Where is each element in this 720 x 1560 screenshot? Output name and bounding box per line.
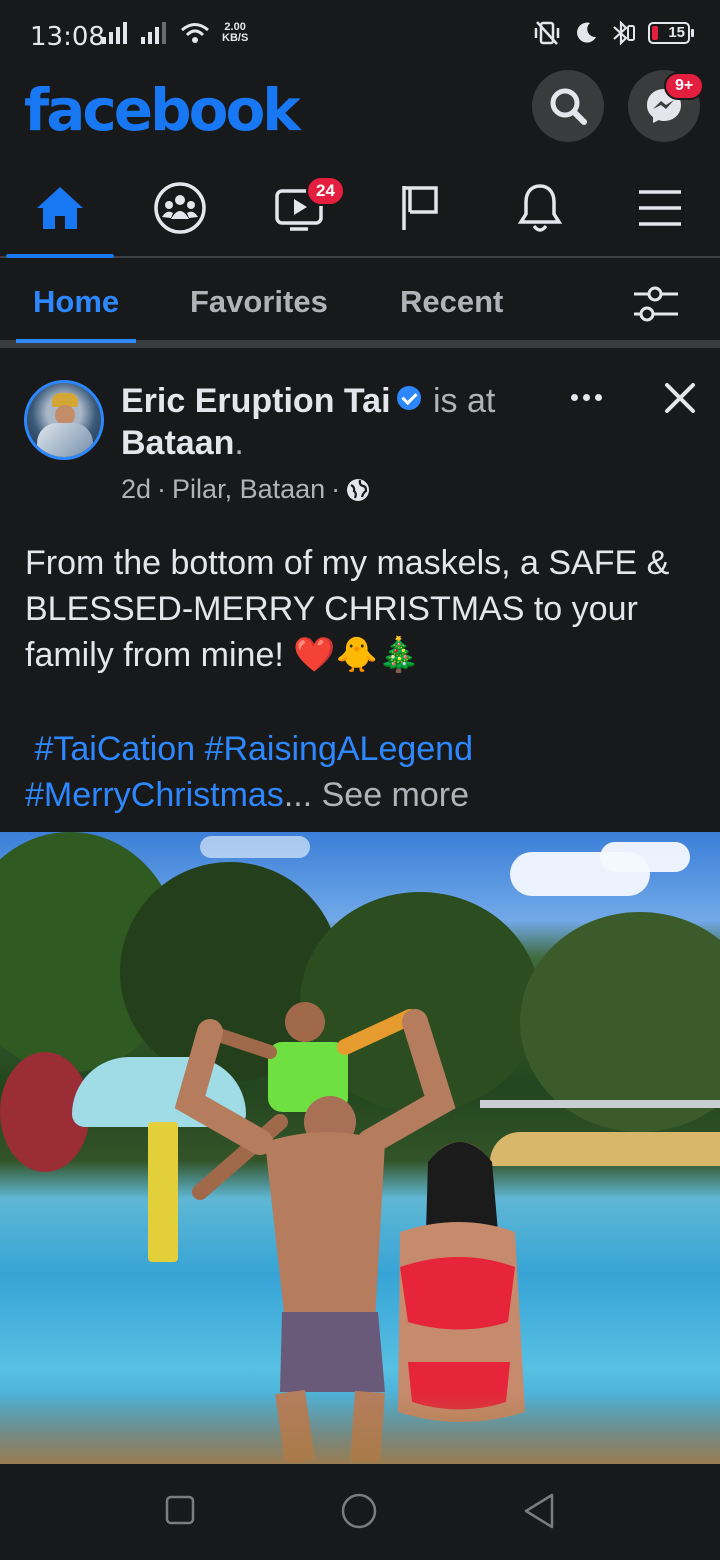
status-right-icons: 15 — [532, 20, 694, 46]
vibrate-off-icon — [534, 21, 560, 45]
hashtag[interactable]: #RaisingALegend — [205, 730, 473, 768]
tab-groups[interactable] — [120, 160, 240, 256]
post-location[interactable]: Pilar, Bataan — [172, 474, 325, 505]
feed-settings-icon[interactable] — [632, 284, 680, 324]
signal-icon — [141, 22, 166, 44]
battery-icon: 15 — [648, 22, 694, 44]
post-text: From the bottom of my maskels, a SAFE & … — [25, 544, 670, 674]
post-tags: #TaiCation #RaisingALegend #MerryChristm… — [25, 726, 705, 818]
post-photo[interactable] — [0, 832, 720, 1464]
watch-badge: 24 — [306, 176, 345, 206]
tab-notifications[interactable] — [480, 160, 600, 256]
home-circle-icon[interactable] — [340, 1492, 378, 1530]
post-meta: 2d · Pilar, Bataan · — [121, 474, 370, 505]
meta-separator: · — [157, 474, 167, 504]
signal-icon — [102, 22, 127, 44]
close-icon[interactable] — [662, 380, 698, 416]
flag-icon — [402, 186, 438, 230]
verified-icon — [396, 386, 421, 410]
tab-menu[interactable] — [600, 160, 720, 256]
battery-level: 15 — [668, 24, 685, 41]
search-button[interactable] — [532, 70, 604, 142]
filter-recent[interactable]: Recent — [400, 284, 503, 320]
status-time: 13:08 — [30, 22, 105, 52]
tab-pages[interactable] — [360, 160, 480, 256]
wifi-icon — [181, 23, 209, 43]
hashtag[interactable]: #MerryChristmas — [25, 776, 284, 814]
status-left-icons: 2.00 KB/S — [102, 22, 248, 44]
hamburger-icon — [639, 190, 681, 226]
bluetooth-icon — [613, 20, 635, 46]
tab-home[interactable] — [0, 160, 120, 258]
bell-icon — [517, 184, 563, 232]
author-name[interactable]: Eric Eruption Tai — [121, 382, 391, 420]
groups-icon — [154, 182, 206, 234]
net-speed-unit: KB/S — [222, 32, 249, 44]
search-icon — [550, 88, 587, 125]
moon-icon — [577, 22, 596, 43]
main-nav: 24 — [0, 160, 720, 258]
app-header: facebook 9+ — [0, 70, 720, 160]
post-place[interactable]: Bataan — [121, 424, 234, 462]
status-bar: 13:08 2.00 KB/S 15 — [0, 0, 720, 70]
ellipsis: ... — [283, 776, 313, 814]
facebook-logo[interactable]: facebook — [24, 76, 301, 144]
see-more-link[interactable]: See more — [322, 776, 469, 814]
filter-favorites[interactable]: Favorites — [190, 284, 328, 320]
tab-watch[interactable]: 24 — [240, 160, 360, 256]
messenger-button[interactable]: 9+ — [628, 70, 705, 142]
post-time[interactable]: 2d — [121, 474, 151, 505]
system-navigation-bar — [0, 1464, 720, 1560]
more-options-icon[interactable] — [566, 382, 606, 412]
meta-separator: · — [331, 474, 341, 504]
hashtag[interactable]: #TaiCation — [34, 730, 195, 768]
feed-filters: Home Favorites Recent — [0, 258, 720, 348]
net-speed: 2.00 KB/S — [222, 22, 248, 44]
globe-icon — [347, 478, 370, 501]
filter-home[interactable]: Home — [15, 284, 137, 343]
messenger-badge: 9+ — [664, 72, 705, 100]
post-header-line: Eric Eruption Tai is at Bataan. — [121, 382, 496, 462]
home-icon — [37, 187, 83, 229]
back-icon[interactable] — [522, 1492, 556, 1530]
is-at-text: is at — [432, 382, 496, 420]
recent-apps-icon[interactable] — [164, 1494, 196, 1526]
avatar[interactable] — [24, 380, 104, 460]
